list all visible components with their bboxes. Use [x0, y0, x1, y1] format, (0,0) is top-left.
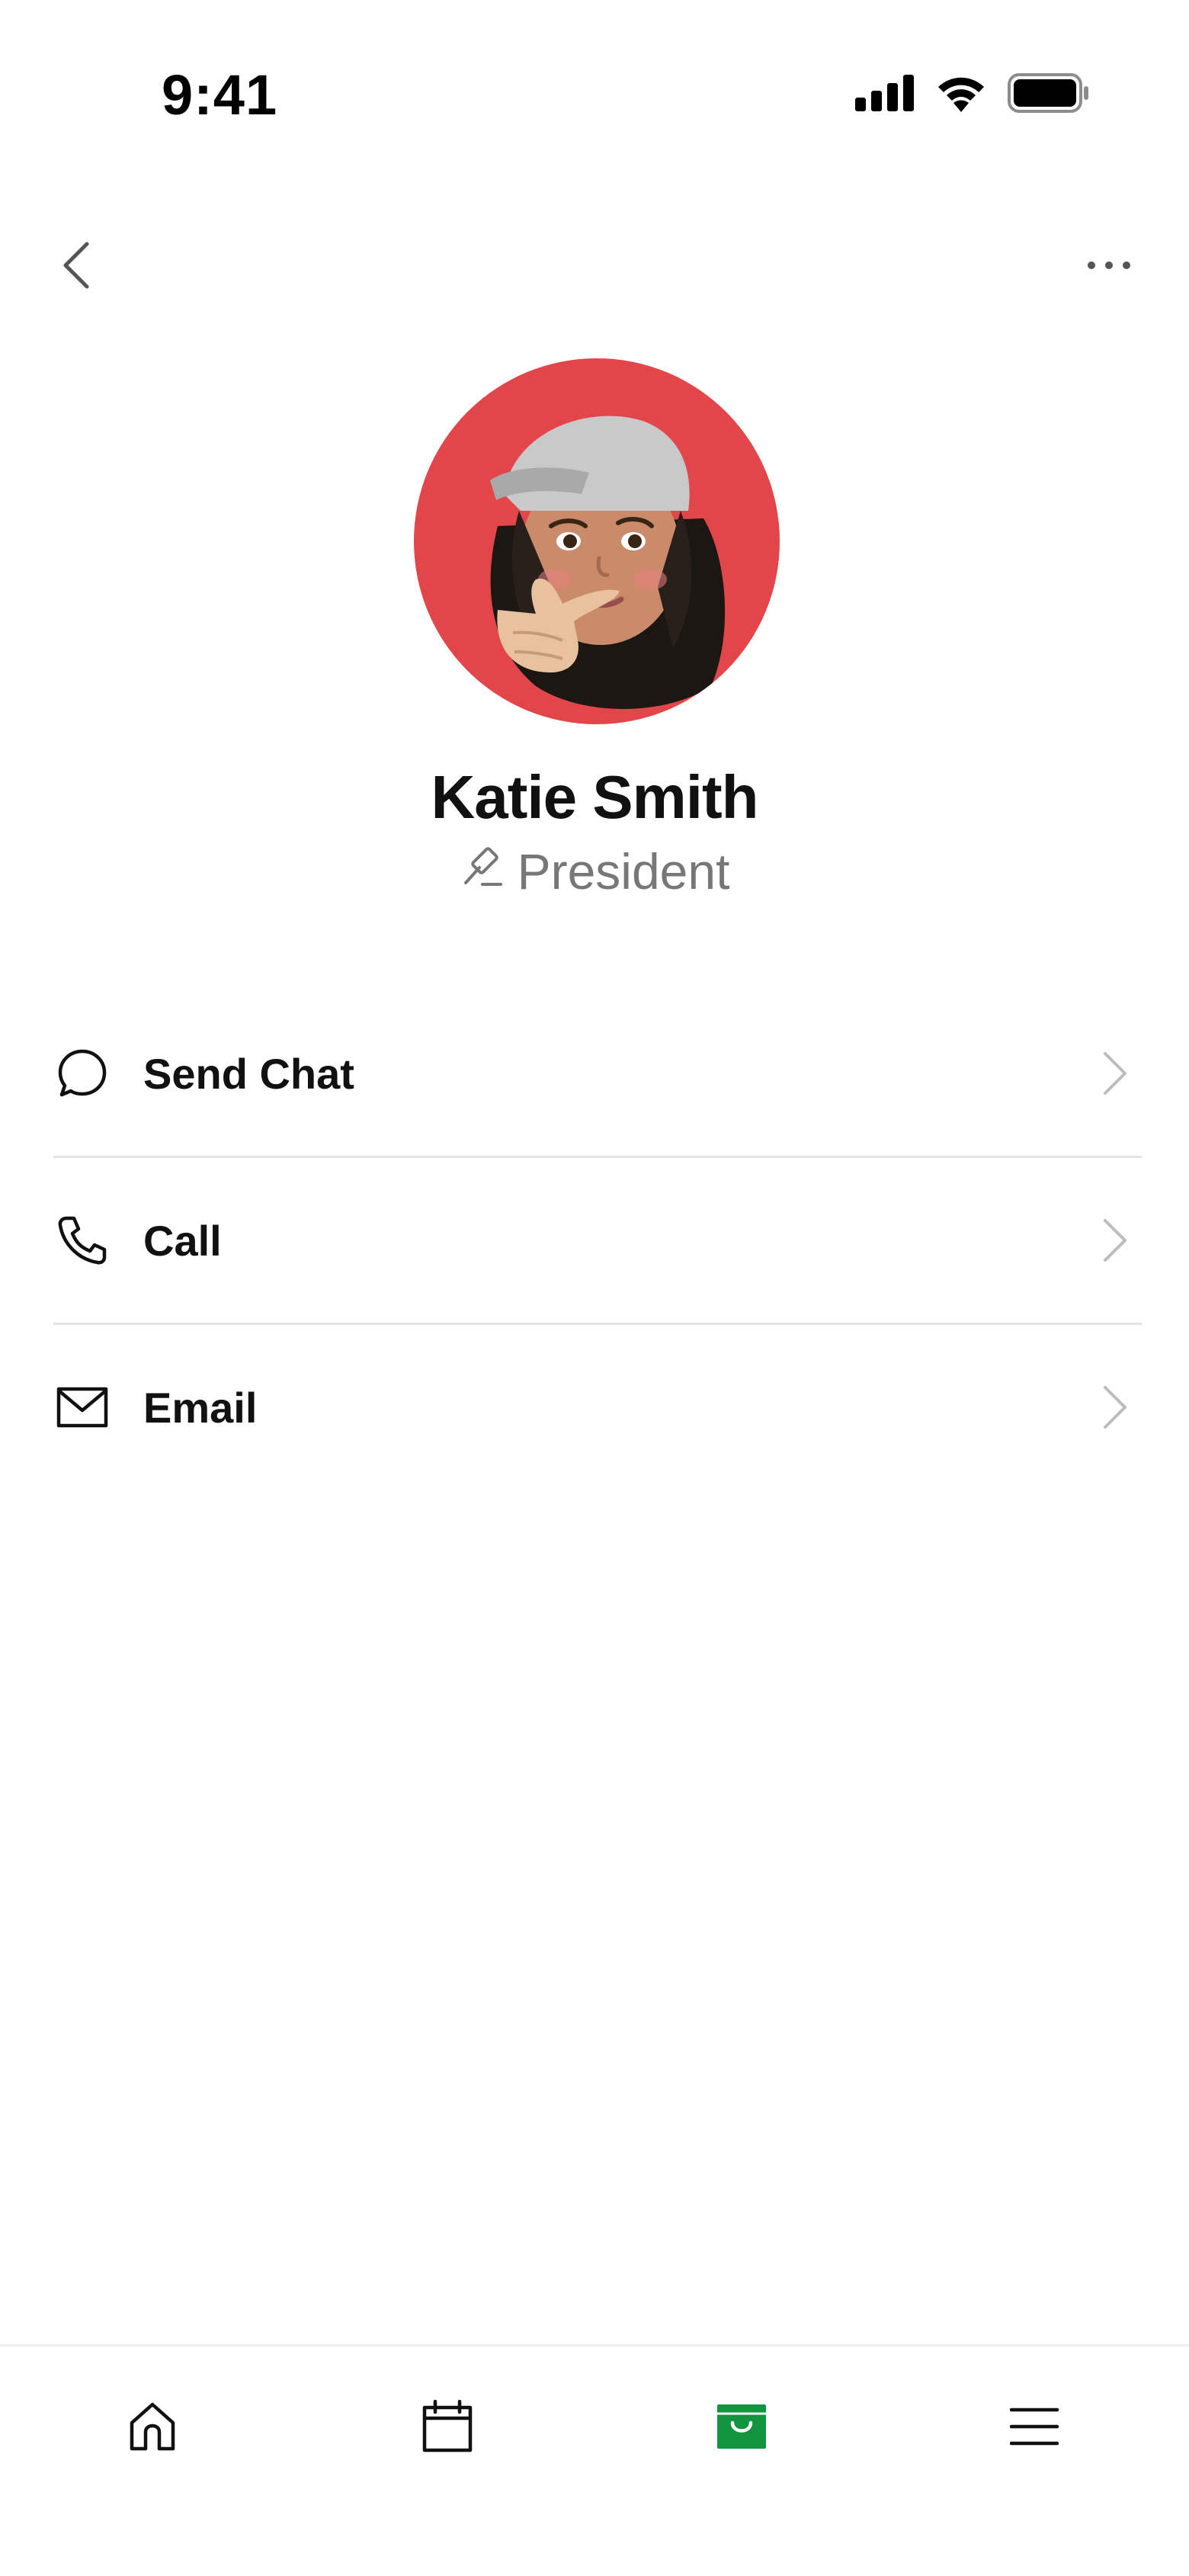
status-icons [855, 73, 1090, 117]
tab-home[interactable] [111, 2386, 194, 2470]
tab-bar [0, 2344, 1189, 2576]
cellular-signal-icon [855, 75, 915, 115]
status-bar: 9:41 [0, 0, 1189, 191]
back-button[interactable] [46, 236, 107, 297]
chat-bubble-icon [53, 1044, 111, 1102]
tab-shop[interactable] [700, 2386, 784, 2470]
profile-name: Katie Smith [431, 763, 758, 831]
menu-icon [1009, 2407, 1059, 2450]
call-row[interactable]: Call [0, 1158, 1189, 1323]
memoji-illustration [490, 415, 726, 709]
chevron-right-icon [1096, 1214, 1134, 1267]
send-chat-label: Send Chat [143, 1049, 354, 1098]
mail-icon [53, 1378, 111, 1436]
email-row[interactable]: Email [0, 1325, 1189, 1490]
battery-icon [1008, 73, 1090, 117]
call-label: Call [143, 1216, 222, 1265]
gavel-icon [460, 842, 504, 900]
more-horizontal-icon [1086, 260, 1132, 274]
chevron-right-icon [1096, 1381, 1134, 1434]
profile-role: President [0, 842, 1189, 900]
wifi-icon [934, 74, 988, 116]
chevron-right-icon [1096, 1047, 1134, 1100]
send-chat-row[interactable]: Send Chat [0, 991, 1189, 1156]
tab-menu[interactable] [992, 2386, 1076, 2470]
calendar-icon [421, 2399, 473, 2457]
phone-icon [53, 1211, 111, 1269]
chevron-left-icon [61, 241, 91, 294]
avatar [414, 358, 780, 724]
home-icon [126, 2400, 179, 2457]
action-list: Send Chat Call Email [0, 991, 1189, 1490]
more-button[interactable] [1067, 236, 1151, 297]
profile-role-label: President [517, 843, 730, 900]
email-label: Email [143, 1383, 258, 1432]
tab-calendar[interactable] [405, 2386, 489, 2470]
status-time: 9:41 [162, 63, 278, 127]
shopping-bag-icon [716, 2403, 768, 2454]
